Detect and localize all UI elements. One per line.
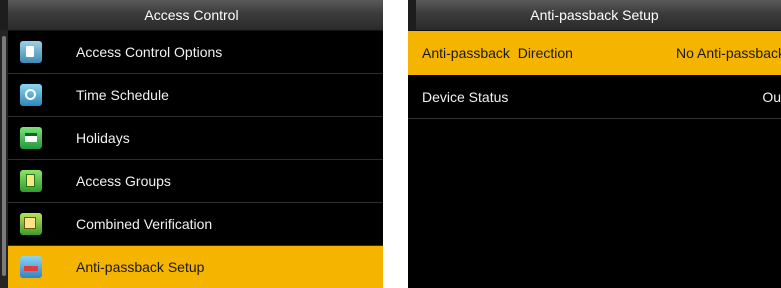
anti-passback-icon: [20, 256, 42, 278]
anti-passback-setup-screen: Anti-passback Setup Anti-passback Direct…: [408, 0, 781, 288]
calendar-icon: [20, 127, 42, 149]
menu-item-access-control-options[interactable]: Access Control Options: [0, 31, 383, 74]
setting-anti-passback-direction[interactable]: Anti-passback Direction No Anti-passback: [408, 31, 781, 75]
access-control-screen: Access Control Access Control Options Ti…: [0, 0, 383, 288]
page-title: Access Control: [144, 7, 239, 23]
scrollbar[interactable]: [0, 30, 8, 288]
menu-item-combined-verification[interactable]: Combined Verification: [0, 203, 383, 246]
menu-item-label: Anti-passback Setup: [76, 259, 205, 275]
access-control-title-bar: Access Control: [0, 0, 383, 31]
setting-value: Out: [762, 88, 781, 105]
setting-label: Anti-passback Direction: [422, 44, 573, 61]
menu-item-label: Access Groups: [76, 173, 171, 189]
anti-passback-title-bar: Anti-passback Setup: [408, 0, 781, 31]
door-icon: [20, 170, 42, 192]
menu-item-label: Combined Verification: [76, 216, 213, 232]
page-title: Anti-passback Setup: [530, 7, 659, 23]
access-control-options-icon: [20, 41, 42, 63]
setting-label: Device Status: [422, 88, 509, 105]
menu-item-label: Access Control Options: [76, 44, 223, 60]
menu-item-label: Time Schedule: [76, 87, 169, 103]
setting-device-status[interactable]: Device Status Out: [408, 75, 781, 119]
menu-item-anti-passback-setup[interactable]: Anti-passback Setup: [0, 246, 383, 288]
setting-value: No Anti-passback: [676, 44, 781, 61]
menu-item-label: Holidays: [76, 130, 130, 146]
menu-item-time-schedule[interactable]: Time Schedule: [0, 74, 383, 117]
combined-verification-icon: [20, 213, 42, 235]
menu-item-access-groups[interactable]: Access Groups: [0, 160, 383, 203]
menu-item-holidays[interactable]: Holidays: [0, 117, 383, 160]
clock-icon: [20, 84, 42, 106]
scrollbar-thumb[interactable]: [2, 36, 6, 276]
